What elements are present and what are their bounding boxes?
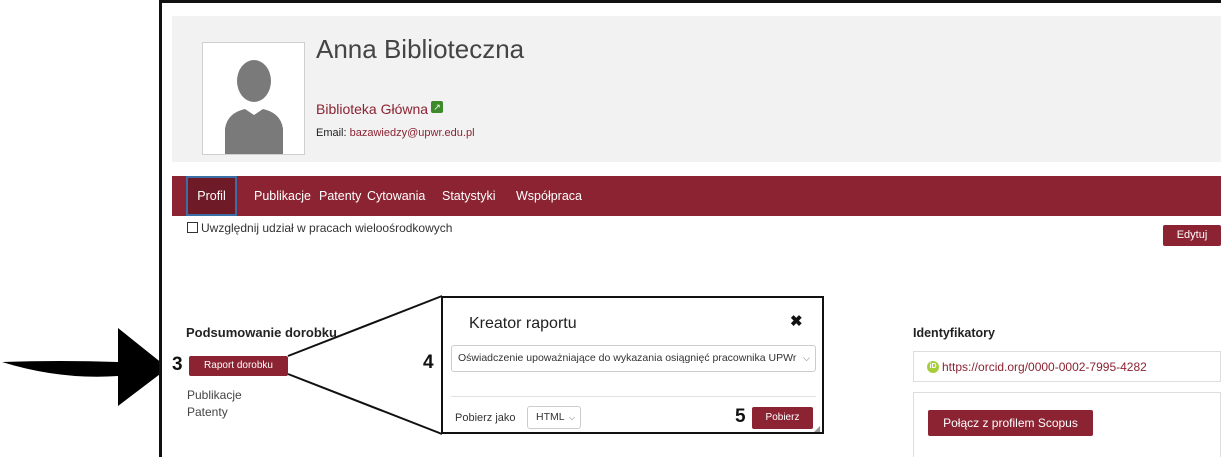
report-button[interactable]: Raport dorobku: [189, 356, 288, 376]
multicenter-checkbox[interactable]: Uwzględnij udział w pracach wieloośrodko…: [187, 221, 452, 235]
divider: [451, 396, 816, 397]
person-silhouette-icon: [225, 60, 283, 154]
tab-wspolpraca[interactable]: Współpraca: [516, 176, 582, 216]
nav-bar: Publikacje Patenty Cytowania Statystyki …: [172, 176, 1221, 216]
resize-handle-icon[interactable]: ◢: [814, 424, 820, 433]
tab-statystyki[interactable]: Statystyki: [442, 176, 496, 216]
callout-lines: [287, 295, 443, 435]
step-number-3: 3: [172, 354, 183, 375]
identifiers-title: Identyfikatory: [913, 326, 995, 340]
tab-cytowania[interactable]: Cytowania: [367, 176, 425, 216]
external-link-icon[interactable]: ↗: [431, 101, 443, 113]
format-select[interactable]: HTML ⌵: [527, 406, 581, 429]
tab-patenty[interactable]: Patenty: [319, 176, 361, 216]
tab-publikacje[interactable]: Publikacje: [254, 176, 311, 216]
report-type-value: Oświadczenie upoważniające do wykazania …: [458, 352, 797, 364]
avatar: [202, 42, 305, 155]
summary-item-patenty[interactable]: Patenty: [187, 405, 228, 419]
email-label: Email:: [316, 127, 347, 139]
step-number-5: 5: [735, 406, 746, 427]
chevron-down-icon: ⌵: [568, 413, 575, 422]
tab-profil[interactable]: Profil: [186, 176, 237, 216]
multicenter-label: Uwzględnij udział w pracach wieloośrodko…: [201, 221, 453, 235]
download-as-label: Pobierz jako: [455, 412, 516, 424]
orcid-link[interactable]: https://orcid.org/0000-0002-7995-4282: [942, 360, 1147, 374]
edit-button[interactable]: Edytuj: [1163, 225, 1221, 246]
summary-item-publikacje[interactable]: Publikacje: [187, 388, 242, 402]
email-link[interactable]: bazawiedzy@upwr.edu.pl: [350, 127, 475, 139]
orcid-icon: iD: [927, 361, 939, 373]
email-line: Email: bazawiedzy@upwr.edu.pl: [316, 127, 475, 139]
format-value: HTML: [536, 411, 565, 423]
step-number-4: 4: [423, 352, 434, 373]
checkbox-icon[interactable]: [187, 222, 198, 233]
profile-name: Anna Biblioteczna: [316, 34, 525, 64]
download-button[interactable]: Pobierz: [752, 407, 813, 429]
connect-scopus-button[interactable]: Połącz z profilem Scopus: [928, 410, 1093, 436]
tab-profil-label: Profil: [197, 189, 226, 203]
dialog-title: Kreator raportu: [469, 315, 577, 332]
chevron-down-icon: ⌵: [803, 353, 810, 363]
report-type-select[interactable]: Oświadczenie upoważniające do wykazania …: [451, 345, 816, 372]
unit-link[interactable]: Biblioteka Główna: [316, 101, 428, 117]
pointer-arrow-icon: [2, 328, 168, 406]
close-icon[interactable]: ✖: [790, 312, 803, 330]
